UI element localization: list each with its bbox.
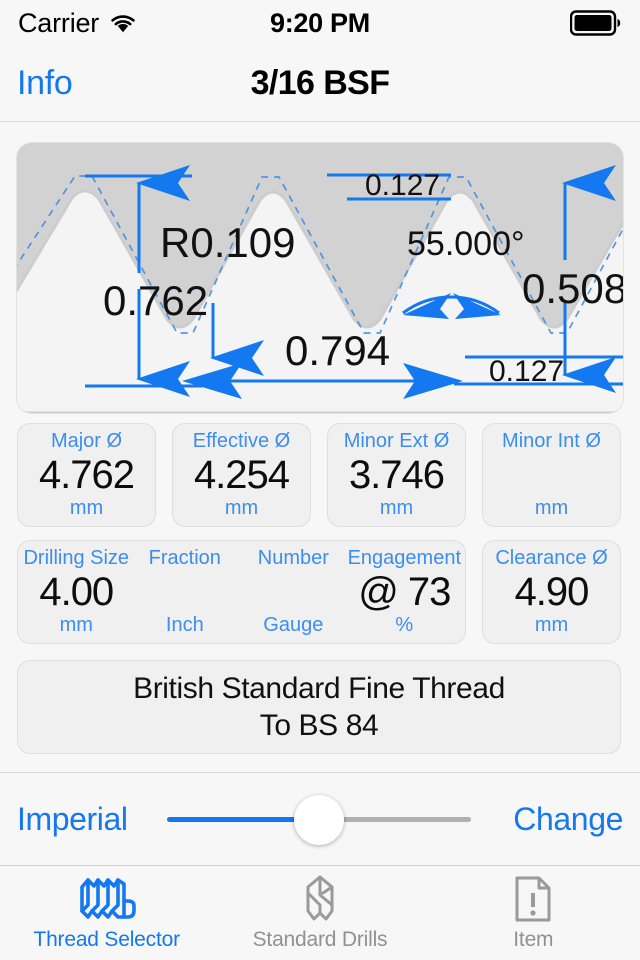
tab-bar: Thread Selector Standard Drills Item bbox=[0, 866, 640, 960]
metric-label: Fraction bbox=[148, 547, 221, 569]
drilling-card[interactable]: Drilling Size 4.00 mm Fraction Inch Numb… bbox=[17, 540, 466, 644]
metric-unit: mm bbox=[69, 497, 104, 519]
tab-thread-selector[interactable]: Thread Selector bbox=[0, 866, 213, 960]
units-slider[interactable] bbox=[167, 795, 471, 845]
metric-unit: mm bbox=[224, 497, 259, 519]
drilling-col-drilling-size: Drilling Size 4.00 mm bbox=[22, 547, 131, 637]
description-line-1: British Standard Fine Thread bbox=[133, 671, 505, 705]
navigation-bar: Info 3/16 BSF bbox=[0, 46, 640, 122]
description-line-2: To BS 84 bbox=[259, 708, 379, 742]
dim-crest-flat: 0.127 bbox=[365, 169, 440, 202]
document-alert-icon bbox=[513, 874, 553, 924]
metric-value: @ 73 bbox=[358, 570, 451, 614]
metric-label: Minor Ext Ø bbox=[343, 430, 450, 452]
metric-value: 3.746 bbox=[348, 453, 445, 497]
tab-label: Item bbox=[513, 928, 554, 951]
slider-thumb[interactable] bbox=[294, 795, 344, 845]
metric-card-minor-int-diameter[interactable]: Minor Int Ø mm bbox=[482, 423, 621, 527]
change-button[interactable]: Change bbox=[513, 801, 623, 838]
metric-value: 4.90 bbox=[514, 570, 590, 614]
units-slider-row: Imperial Change bbox=[0, 772, 640, 866]
metric-card-clearance-diameter[interactable]: Clearance Ø 4.90 mm bbox=[482, 540, 621, 644]
unit-system-label: Imperial bbox=[17, 800, 128, 837]
page-title: 3/16 BSF bbox=[250, 64, 390, 102]
thread-profile-diagram: 0.762 R0.109 0.794 0.127 55.000° 0.508 0… bbox=[17, 143, 623, 413]
screw-thread-icon bbox=[78, 874, 136, 924]
metric-label: Clearance Ø bbox=[495, 547, 608, 569]
metric-unit: Inch bbox=[165, 614, 204, 636]
metric-card-major-diameter[interactable]: Major Ø 4.762 mm bbox=[17, 423, 156, 527]
tab-item[interactable]: Item bbox=[427, 866, 640, 960]
dim-thread-depth: 0.762 bbox=[103, 277, 208, 324]
dim-crest-height: 0.508 bbox=[522, 265, 623, 312]
metric-label: Engagement bbox=[347, 547, 462, 569]
dim-flank-angle: 55.000° bbox=[407, 225, 525, 263]
metric-unit: mm bbox=[534, 497, 569, 519]
drilling-col-engagement: Engagement @ 73 % bbox=[348, 547, 461, 637]
metric-unit: mm bbox=[534, 614, 569, 636]
metric-card-minor-ext-diameter[interactable]: Minor Ext Ø 3.746 mm bbox=[327, 423, 466, 527]
metric-unit: Gauge bbox=[263, 614, 324, 636]
metric-label: Drilling Size bbox=[23, 547, 130, 569]
metric-label: Effective Ø bbox=[192, 430, 291, 452]
dim-root-radius: R0.109 bbox=[160, 219, 295, 266]
metric-label: Minor Int Ø bbox=[502, 430, 601, 452]
metric-value: 4.00 bbox=[39, 570, 114, 614]
metric-value: 4.254 bbox=[193, 453, 290, 497]
drilling-col-number: Number Gauge bbox=[239, 547, 348, 637]
metric-unit: % bbox=[395, 614, 414, 636]
status-bar: Carrier 9:20 PM bbox=[0, 0, 640, 46]
dim-root-flat: 0.127 bbox=[489, 355, 564, 388]
clock-label: 9:20 PM bbox=[270, 7, 370, 38]
tab-standard-drills[interactable]: Standard Drills bbox=[213, 866, 426, 960]
metric-card-effective-diameter[interactable]: Effective Ø 4.254 mm bbox=[172, 423, 311, 527]
dim-pitch: 0.794 bbox=[285, 327, 390, 374]
tab-label: Thread Selector bbox=[33, 928, 180, 951]
drill-bit-icon bbox=[299, 874, 341, 924]
status-bar-right bbox=[570, 10, 622, 36]
drilling-col-fraction: Fraction Inch bbox=[131, 547, 240, 637]
metric-label: Number bbox=[257, 547, 329, 569]
metric-unit: mm bbox=[379, 497, 414, 519]
metric-value: 4.762 bbox=[38, 453, 135, 497]
app-root: Carrier 9:20 PM Info 3/16 BSF 0.762 R0.1… bbox=[0, 0, 640, 960]
thread-description-card: British Standard Fine Thread To BS 84 bbox=[17, 660, 621, 754]
metric-label: Major Ø bbox=[50, 430, 123, 452]
metric-unit: mm bbox=[59, 614, 93, 636]
battery-full-icon bbox=[570, 10, 621, 36]
tab-label: Standard Drills bbox=[252, 928, 388, 951]
